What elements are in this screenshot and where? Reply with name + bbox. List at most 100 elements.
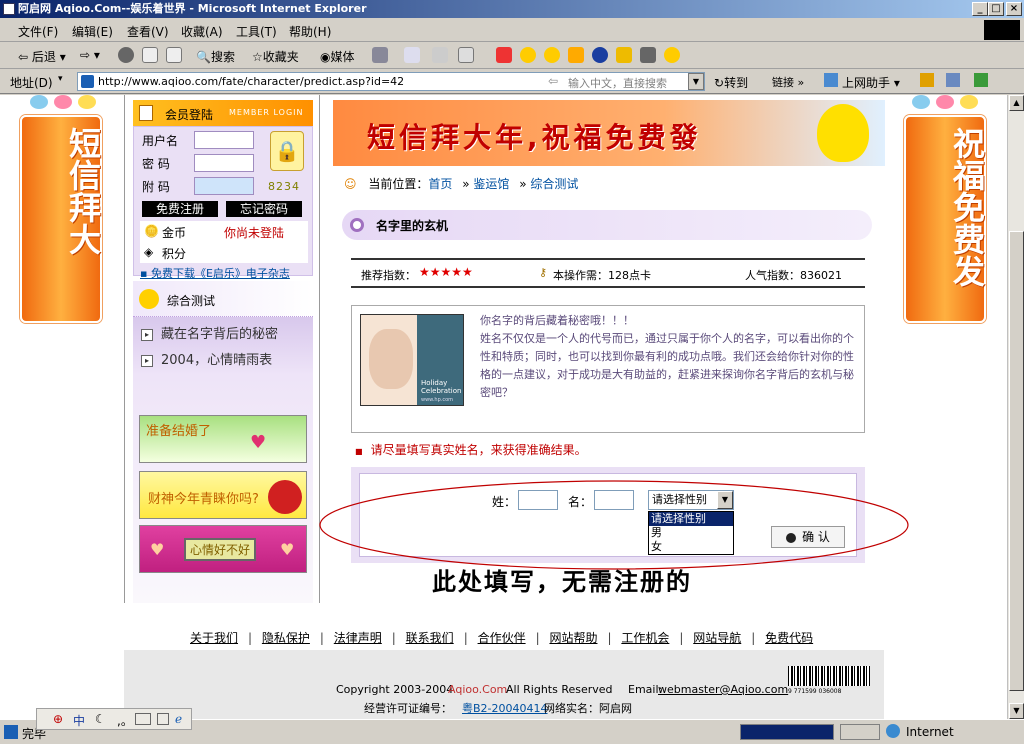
- wedding-ad[interactable]: 准备结婚了 ♥: [139, 415, 307, 463]
- ime-mode[interactable]: 中: [73, 712, 85, 729]
- balloon-decoration: [30, 95, 48, 109]
- go-label: 转到: [724, 76, 749, 90]
- favorites-button[interactable]: ☆收藏夹: [252, 48, 299, 65]
- assistant-label: 上网助手: [842, 76, 891, 90]
- smiley-icon[interactable]: [520, 47, 536, 63]
- breadcrumb-hall-link[interactable]: 鉴运馆: [473, 177, 509, 191]
- menu-file[interactable]: 文件(F): [18, 23, 58, 40]
- mood-ad[interactable]: ♥ 心情好不好 ♥: [139, 525, 307, 573]
- tool-icon[interactable]: [616, 47, 632, 63]
- footer-link[interactable]: 网站导航: [693, 631, 741, 645]
- go-button[interactable]: ↻转到: [714, 74, 748, 91]
- address-dropdown-icon[interactable]: ▾: [58, 74, 63, 84]
- left-side-banner[interactable]: 短信拜大: [20, 115, 102, 323]
- footer-license-link[interactable]: 粤B2-20040414: [462, 700, 548, 716]
- breadcrumb-current-link[interactable]: 综合测试: [530, 177, 578, 191]
- media-button[interactable]: ◉媒体: [320, 48, 355, 65]
- ime-punct-icon[interactable]: ,。: [117, 712, 133, 729]
- links-label: 链接: [772, 76, 794, 89]
- links-button[interactable]: 链接 »: [772, 74, 804, 90]
- forward-button[interactable]: ⇨ ▾: [80, 48, 100, 62]
- tool-a-icon[interactable]: [920, 73, 934, 87]
- test-item[interactable]: ▸ 藏在名字背后的秘密: [141, 323, 278, 342]
- footer-link[interactable]: 联系我们: [406, 631, 454, 645]
- ime-menu-icon[interactable]: [157, 713, 169, 725]
- status-bar: 完毕 ⊕ 中 ☾ ,。 ℯ Internet: [0, 708, 1024, 744]
- scroll-up-icon[interactable]: ▲: [1009, 95, 1024, 111]
- address-url: http://www.aqioo.com/fate/character/pred…: [98, 75, 405, 88]
- footer-sep: |: [607, 631, 612, 645]
- recommend-stars: ★★★★★: [419, 265, 473, 279]
- game-icon[interactable]: [568, 47, 584, 63]
- footer-link[interactable]: 法律声明: [334, 631, 382, 645]
- scroll-thumb[interactable]: [1009, 231, 1024, 691]
- stop-icon[interactable]: [118, 47, 134, 63]
- minimize-button[interactable]: _: [972, 2, 988, 16]
- breadcrumb-home-link[interactable]: 首页: [428, 177, 452, 191]
- history-icon[interactable]: [372, 47, 388, 63]
- left-side-banner-text: 短信拜大: [64, 127, 102, 255]
- assistant-button[interactable]: 上网助手 ▾: [842, 74, 900, 91]
- password-input[interactable]: [194, 154, 254, 172]
- footer-link[interactable]: 合作伙伴: [478, 631, 526, 645]
- mood-ad-text: 心情好不好: [184, 538, 257, 561]
- code-input[interactable]: [194, 177, 254, 195]
- footer-link[interactable]: 关于我们: [190, 631, 238, 645]
- footer-link[interactable]: 工作机会: [621, 631, 669, 645]
- home-icon[interactable]: [166, 47, 182, 63]
- fortune-ad[interactable]: 财神今年青睐你吗?: [139, 471, 307, 519]
- smiley2-icon[interactable]: [544, 47, 560, 63]
- forgot-password-button[interactable]: 忘记密码: [226, 201, 302, 217]
- footer-link[interactable]: 隐私保护: [262, 631, 310, 645]
- search-button[interactable]: 🔍搜索: [196, 48, 235, 65]
- back-button[interactable]: ⇦ 后退 ▾: [18, 48, 66, 65]
- cost-text: 本操作需：128点卡: [553, 269, 651, 282]
- username-input[interactable]: [194, 131, 254, 149]
- top-banner[interactable]: 短信拜大年,祝福免费發: [333, 100, 885, 166]
- tool3-icon[interactable]: [664, 47, 680, 63]
- maximize-button[interactable]: □: [988, 2, 1004, 16]
- magazine-download-link[interactable]: ▪ 免费下载《E启乐》电子杂志: [140, 265, 290, 281]
- mail-icon[interactable]: [404, 47, 420, 63]
- right-side-banner[interactable]: 祝福免费发: [904, 115, 986, 323]
- breadcrumb: ☺ 当前位置：首页 » 鉴运馆 » 综合测试: [344, 175, 578, 192]
- menu-tools[interactable]: 工具(T): [236, 23, 277, 40]
- member-login-header: 会员登陆 MEMBER LOGIN: [133, 100, 313, 126]
- tool-c-icon[interactable]: [974, 73, 988, 87]
- print-icon[interactable]: [432, 47, 448, 63]
- qq-icon[interactable]: [496, 47, 512, 63]
- address-dropdown-button[interactable]: ▼: [688, 73, 704, 90]
- footer-link[interactable]: 网站帮助: [549, 631, 597, 645]
- scroll-down-icon[interactable]: ▼: [1009, 703, 1024, 719]
- close-button[interactable]: ×: [1006, 2, 1022, 16]
- menu-favorites[interactable]: 收藏(A): [181, 23, 223, 40]
- menu-help[interactable]: 帮助(H): [289, 23, 331, 40]
- ime-help-icon[interactable]: ℯ: [175, 712, 182, 726]
- login-lock-button[interactable]: 🔒: [270, 131, 304, 171]
- messenger-icon[interactable]: [592, 47, 608, 63]
- search-back-arrow-icon: ⇦: [548, 74, 559, 88]
- footer-link[interactable]: 免费代码: [765, 631, 813, 645]
- menu-bar: 文件(F) 编辑(E) 查看(V) 收藏(A) 工具(T) 帮助(H): [0, 18, 1024, 42]
- cost-icon: ⚷: [539, 266, 548, 279]
- menu-view[interactable]: 查看(V): [127, 23, 169, 40]
- notice-bullet-icon: ■: [355, 447, 363, 456]
- tool2-icon[interactable]: [640, 47, 656, 63]
- ime-pinyin-icon[interactable]: ⊕: [53, 712, 63, 726]
- ie-icon: [3, 3, 15, 15]
- edit-icon[interactable]: [458, 47, 474, 63]
- ime-keyboard-icon[interactable]: [135, 713, 151, 725]
- breadcrumb-sep: »: [519, 177, 527, 191]
- address-input[interactable]: http://www.aqioo.com/fate/character/pred…: [77, 72, 705, 91]
- menu-edit[interactable]: 编辑(E): [72, 23, 113, 40]
- vertical-scrollbar[interactable]: ▲ ▼: [1007, 95, 1024, 719]
- test-item[interactable]: ▸ 2004，心情晴雨表: [141, 349, 272, 368]
- register-button[interactable]: 免费注册: [142, 201, 218, 217]
- tool-b-icon[interactable]: [946, 73, 960, 87]
- refresh-icon[interactable]: [142, 47, 158, 63]
- ime-moon-icon[interactable]: ☾: [95, 712, 106, 726]
- footer-email-link[interactable]: webmaster@Aqioo.com: [658, 683, 788, 696]
- ime-toolbar[interactable]: ⊕ 中 ☾ ,。 ℯ: [36, 708, 192, 730]
- balloon-decoration: [936, 95, 954, 109]
- globe-icon: [886, 724, 900, 738]
